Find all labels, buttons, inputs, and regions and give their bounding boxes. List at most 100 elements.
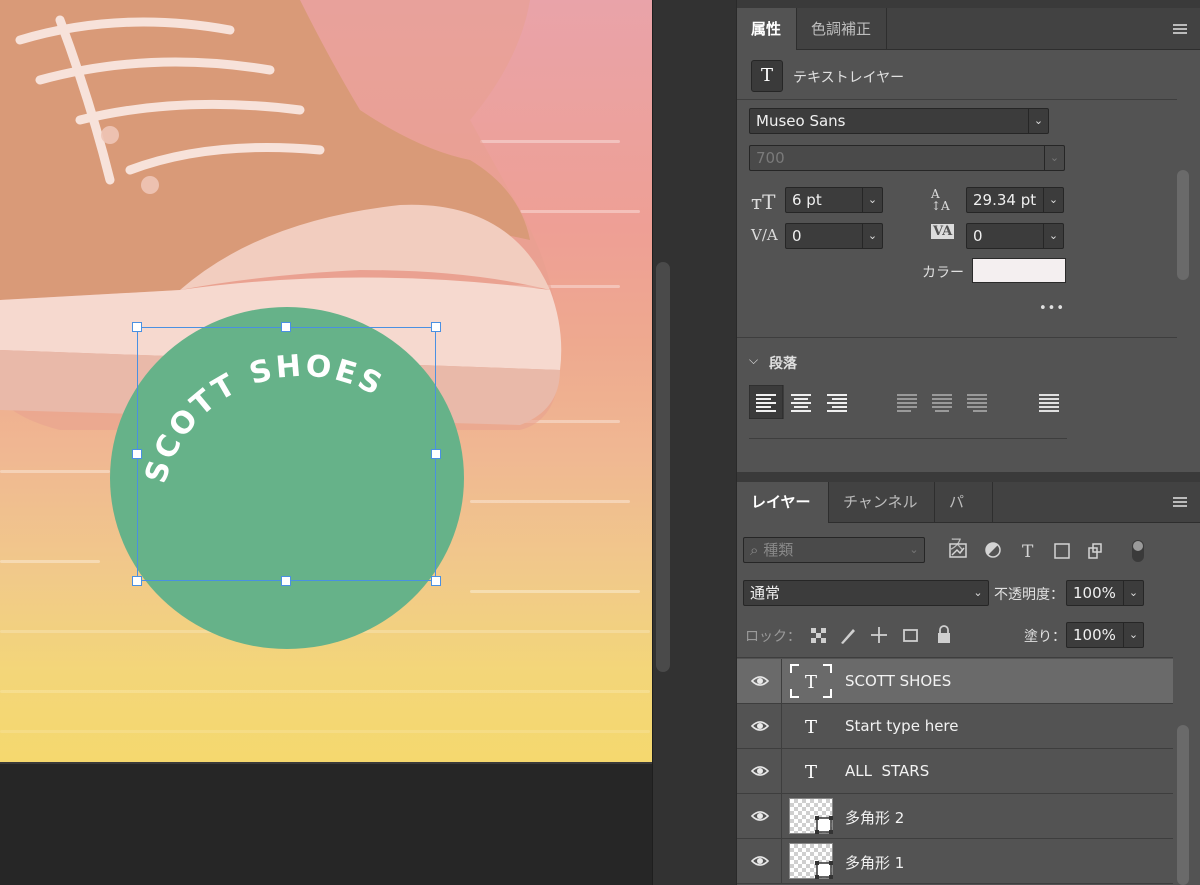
paragraph-alignment-buttons [749, 385, 1059, 419]
chevron-down-icon: ⌄ [909, 543, 919, 556]
opacity-label: 不透明度： [994, 587, 1064, 603]
text-layer-thumbnail-icon: T [805, 762, 817, 783]
artboard-edge [0, 762, 652, 764]
divider [781, 704, 782, 749]
svg-text:T: T [1022, 542, 1034, 562]
canvas-vertical-scrollbar[interactable] [656, 262, 670, 672]
transform-handle-top[interactable] [281, 322, 291, 332]
shape-layer-thumbnail-icon [789, 843, 833, 879]
font-family-dropdown[interactable]: Museo Sans ⌄ [749, 108, 1049, 134]
kerning-icon: V/A [751, 226, 778, 244]
panel-separator [737, 472, 1200, 482]
properties-tabbar: 属性 色調補正 [737, 8, 1200, 50]
layer-name[interactable]: 多角形 1 [845, 852, 904, 873]
layer-type-label: テキストレイヤー [793, 70, 905, 86]
tracking-icon: VA [931, 224, 955, 239]
kerning-value: 0 [792, 227, 802, 245]
opacity-field[interactable]: 100% ⌄ [1066, 580, 1144, 606]
search-icon: ⌕ [750, 541, 759, 559]
transform-handle-top-right[interactable] [431, 322, 441, 332]
chevron-down-icon: ⌄ [1123, 581, 1143, 605]
properties-panel-menu-icon[interactable] [1173, 24, 1187, 36]
transform-handle-bottom-right[interactable] [431, 576, 441, 586]
divider [737, 337, 1177, 338]
leading-icon: A ↕A [931, 187, 950, 213]
lock-label: ロック： [745, 629, 801, 645]
tracking-value: 0 [973, 227, 983, 245]
fill-value: 100% [1073, 626, 1116, 644]
chevron-down-icon: ⌄ [1043, 188, 1063, 212]
divider [781, 749, 782, 794]
layer-filter-icons: T [949, 540, 1144, 562]
svg-text:T: T [805, 672, 817, 693]
paragraph-section-label[interactable]: 段落 [769, 353, 797, 373]
font-family-value: Museo Sans [756, 112, 846, 130]
tab-paths[interactable]: パス [935, 481, 993, 553]
shape-badge-icon [815, 816, 833, 834]
properties-scrollbar[interactable] [1177, 170, 1189, 280]
visibility-eye-icon[interactable] [751, 853, 769, 869]
visibility-eye-icon[interactable] [751, 808, 769, 824]
layer-row[interactable]: 多角形 1 [737, 839, 1173, 884]
layer-name[interactable]: 多角形 2 [845, 807, 904, 828]
text-layer-thumbnail-icon: T [790, 664, 832, 698]
visibility-eye-icon[interactable] [751, 763, 769, 779]
divider [781, 794, 782, 839]
shape-layer-thumbnail-icon [789, 798, 833, 834]
svg-text:T: T [805, 717, 817, 738]
chevron-down-icon[interactable]: ⌵ [749, 353, 758, 368]
tab-channels[interactable]: チャンネル [829, 481, 935, 523]
blend-mode-dropdown[interactable]: 通常 ⌄ [743, 580, 989, 606]
panel-top-edge [737, 0, 1200, 8]
divider [781, 659, 782, 704]
divider [737, 657, 1173, 658]
layers-panel-menu-icon[interactable] [1173, 497, 1187, 509]
layer-row[interactable]: 多角形 2 [737, 794, 1173, 839]
more-options-button[interactable]: ••• [1039, 301, 1065, 316]
layer-name[interactable]: ALL STARS [845, 762, 929, 780]
tab-adjustments[interactable]: 色調補正 [797, 8, 887, 50]
tab-layers[interactable]: レイヤー [737, 481, 829, 523]
transform-handle-bottom[interactable] [281, 576, 291, 586]
text-layer-thumbnail-icon: T [805, 717, 817, 738]
text-layer-type-icon: T [751, 60, 783, 92]
chevron-down-icon: ⌄ [862, 224, 882, 248]
tab-properties[interactable]: 属性 [737, 8, 797, 50]
transform-handle-bottom-left[interactable] [132, 576, 142, 586]
layer-row[interactable]: T ALL STARS [737, 749, 1173, 794]
chevron-down-icon: ⌄ [1123, 623, 1143, 647]
visibility-eye-icon[interactable] [751, 718, 769, 734]
tracking-field[interactable]: 0 ⌄ [966, 223, 1064, 249]
transform-handle-top-left[interactable] [132, 322, 142, 332]
visibility-eye-icon[interactable] [751, 673, 769, 689]
font-weight-value: 700 [756, 149, 785, 167]
text-color-swatch[interactable] [972, 258, 1066, 283]
svg-text:T: T [805, 762, 817, 783]
layer-row[interactable]: T Start type here [737, 704, 1173, 749]
chevron-down-icon: ⌄ [1043, 224, 1063, 248]
chevron-down-icon: ⌄ [862, 188, 882, 212]
fill-label: 塗り： [1024, 629, 1066, 645]
right-panels: 属性 色調補正 T テキストレイヤー Museo Sans ⌄ 700 ⌄ ᴛT… [736, 0, 1200, 885]
leading-field[interactable]: 29.34 pt ⌄ [966, 187, 1064, 213]
layer-name[interactable]: Start type here [845, 717, 959, 735]
chevron-down-icon: ⌄ [1044, 146, 1064, 170]
layers-scrollbar[interactable] [1177, 725, 1189, 885]
transform-bounding-box[interactable] [137, 327, 436, 581]
font-weight-dropdown[interactable]: 700 ⌄ [749, 145, 1065, 171]
transform-handle-right[interactable] [431, 449, 441, 459]
transform-handle-left[interactable] [132, 449, 142, 459]
chevron-down-icon: ⌄ [1028, 109, 1048, 133]
document-canvas[interactable]: SCOTT SHOES [0, 0, 652, 885]
layer-filter-dropdown[interactable]: ⌕ 種類 ⌄ [743, 537, 925, 563]
divider [737, 99, 1177, 100]
layer-name[interactable]: SCOTT SHOES [845, 672, 951, 690]
font-size-field[interactable]: 6 pt ⌄ [785, 187, 883, 213]
artboard[interactable]: SCOTT SHOES [0, 0, 652, 763]
chevron-down-icon: ⌄ [973, 586, 983, 599]
fill-field[interactable]: 100% ⌄ [1066, 622, 1144, 648]
shape-badge-icon [815, 861, 833, 879]
layer-row[interactable]: T SCOTT SHOES [737, 659, 1173, 704]
color-label: カラー [922, 265, 964, 281]
kerning-field[interactable]: 0 ⌄ [785, 223, 883, 249]
